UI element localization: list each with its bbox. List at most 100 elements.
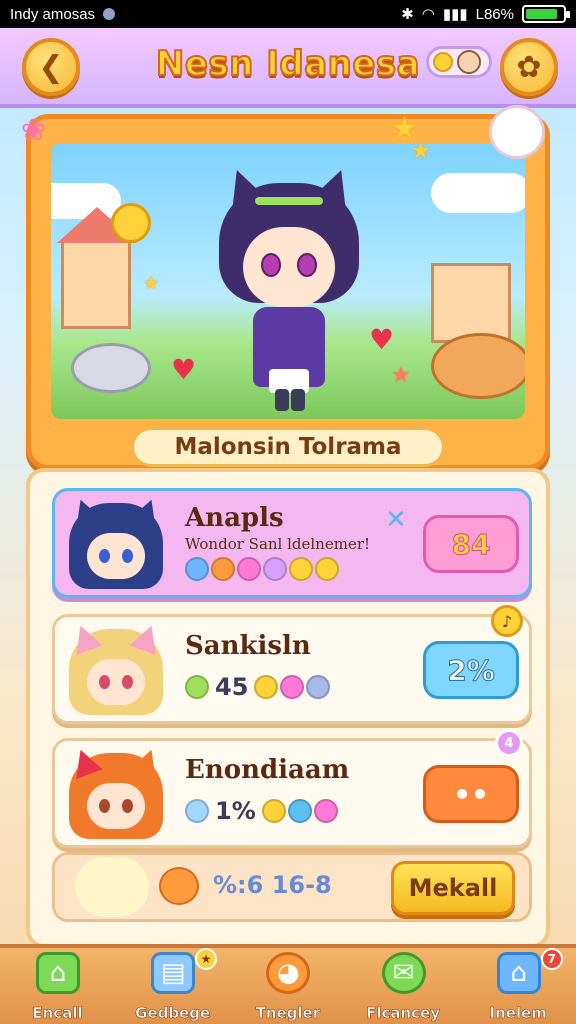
ear-shape xyxy=(67,494,103,530)
cloud-shape xyxy=(431,173,525,213)
nav-item-house[interactable]: ⌂ 7 Inelem xyxy=(461,948,576,1024)
main-character[interactable] xyxy=(219,163,359,413)
score-badge[interactable]: 84 xyxy=(423,515,519,573)
eye-shape xyxy=(297,253,317,277)
chat-button[interactable]: •• xyxy=(423,765,519,823)
gem-icon xyxy=(263,557,287,581)
promo-strip: %:6 16-8 Mekall xyxy=(52,852,532,922)
heart-icon: ♥ xyxy=(369,323,395,356)
gem-icon xyxy=(313,799,338,823)
gem-icon xyxy=(280,675,305,699)
ear-shape xyxy=(129,620,165,656)
eye-shape xyxy=(122,675,133,689)
character-list: Anapls Wondor Sanl ldelnemer! ✕ 84 Sanki… xyxy=(26,468,550,948)
chat-icon: ✉ xyxy=(381,952,426,994)
close-icon[interactable]: ✕ xyxy=(385,505,407,535)
star-badge: ★ xyxy=(195,948,218,970)
nav-label: Encall xyxy=(32,1004,83,1023)
gem-icon xyxy=(211,557,235,581)
eye-shape xyxy=(261,253,281,277)
nav-item-chat[interactable]: ✉ Flcancey xyxy=(346,948,461,1024)
settings-button[interactable]: ✿ xyxy=(500,38,558,96)
leg-shape xyxy=(291,389,305,411)
gem-icon xyxy=(237,557,261,581)
page-title: Nesn Idanesa xyxy=(155,43,421,85)
character-name: Anapls xyxy=(185,503,284,533)
face-shape xyxy=(87,783,145,829)
eye-shape xyxy=(122,799,133,813)
gem-icon xyxy=(287,799,312,823)
butterfly-icon xyxy=(185,799,209,823)
home-icon: ⌂ xyxy=(36,952,80,994)
list-item[interactable]: Anapls Wondor Sanl ldelnemer! ✕ 84 xyxy=(52,488,532,598)
nav-item-home[interactable]: ⌂ Encall xyxy=(0,948,115,1024)
nav-label: Inelem xyxy=(489,1004,547,1023)
map-icon: ▤ xyxy=(151,952,196,994)
character-name: Sankisln xyxy=(185,631,311,661)
headband-shape xyxy=(255,197,323,205)
signal-icon: ▮▮▮ xyxy=(442,6,468,23)
ear-shape xyxy=(67,620,103,656)
gear-icon: ✿ xyxy=(516,49,542,85)
battery-fill xyxy=(526,9,557,19)
eye-shape xyxy=(122,549,133,563)
hero-panel: ★ ★ ★ ♥ ♥ Malonsin Tolrama ❀ ★ xyxy=(21,105,550,470)
check-gem-icon xyxy=(185,557,209,581)
hero-scene: ★ ★ ★ ♥ ♥ xyxy=(51,143,525,419)
notification-badge: 4 xyxy=(495,729,523,757)
status-bar: Indy amosas ✱ ◠ ▮▮▮ L86% xyxy=(0,0,576,28)
wifi-icon: ◠ xyxy=(421,6,435,23)
nav-item-pet[interactable]: ◕ Tnegler xyxy=(230,948,345,1024)
stat-row xyxy=(185,557,339,581)
avatar xyxy=(67,744,165,839)
ear-shape xyxy=(67,744,103,780)
make-button[interactable]: Mekall xyxy=(391,861,515,915)
star-icon: ★ xyxy=(143,273,160,294)
pet-icon xyxy=(159,867,199,905)
carrier-label: Indy amosas xyxy=(10,5,96,23)
status-dot-icon xyxy=(103,8,116,20)
house-shape xyxy=(431,263,511,343)
character-name: Enondiaam xyxy=(185,755,350,785)
ear-shape xyxy=(129,494,165,530)
cat-creature xyxy=(71,343,151,393)
star-icon: ★ xyxy=(411,143,431,164)
score-badge[interactable]: 2% xyxy=(423,641,519,699)
star-creature xyxy=(111,203,151,243)
bell-icon[interactable]: ♪ xyxy=(491,605,523,637)
dog-creature xyxy=(431,333,525,399)
eye-shape xyxy=(99,799,110,813)
stat-value: 1% xyxy=(215,797,256,825)
battery-text: L86% xyxy=(475,5,514,23)
bluetooth-icon: ✱ xyxy=(401,6,414,23)
list-item[interactable]: Sankisln 45 2% ♪ xyxy=(52,605,532,724)
profile-pill[interactable] xyxy=(426,46,492,78)
chevron-left-icon: ❮ xyxy=(38,49,64,85)
nav-label: Tnegler xyxy=(255,1004,321,1023)
nav-item-map[interactable]: ▤ ★ Gedbege xyxy=(115,948,230,1024)
app-header: ❮ Nesn Idanesa ✿ xyxy=(0,28,576,108)
avatar xyxy=(67,620,165,715)
eye-shape xyxy=(99,675,110,689)
avatar xyxy=(75,857,149,917)
chat-bubble-icon: •• xyxy=(453,777,489,811)
character-subtitle: Wondor Sanl ldelnemer! xyxy=(185,535,371,553)
gem-icon xyxy=(315,557,339,581)
bottom-nav: ⌂ Encall ▤ ★ Gedbege ◕ Tnegler ✉ Flcance… xyxy=(0,944,576,1024)
hero-caption: Malonsin Tolrama xyxy=(131,427,445,467)
back-button[interactable]: ❮ xyxy=(22,38,80,96)
promo-text: %:6 16-8 xyxy=(213,871,332,899)
leg-shape xyxy=(275,389,289,411)
coin-icon xyxy=(433,52,453,72)
gem-icon xyxy=(254,675,279,699)
pet-icon: ◕ xyxy=(266,952,311,994)
ghost-icon xyxy=(489,105,545,159)
face-shape xyxy=(87,533,145,579)
house-shape xyxy=(61,239,131,329)
avatar-icon xyxy=(457,50,481,74)
face-shape xyxy=(87,659,145,705)
list-item[interactable]: Enondiaam 1% •• 4 xyxy=(52,729,532,848)
avatar xyxy=(67,494,165,589)
gem-icon xyxy=(289,557,313,581)
bow-icon: ❀ xyxy=(21,113,47,148)
